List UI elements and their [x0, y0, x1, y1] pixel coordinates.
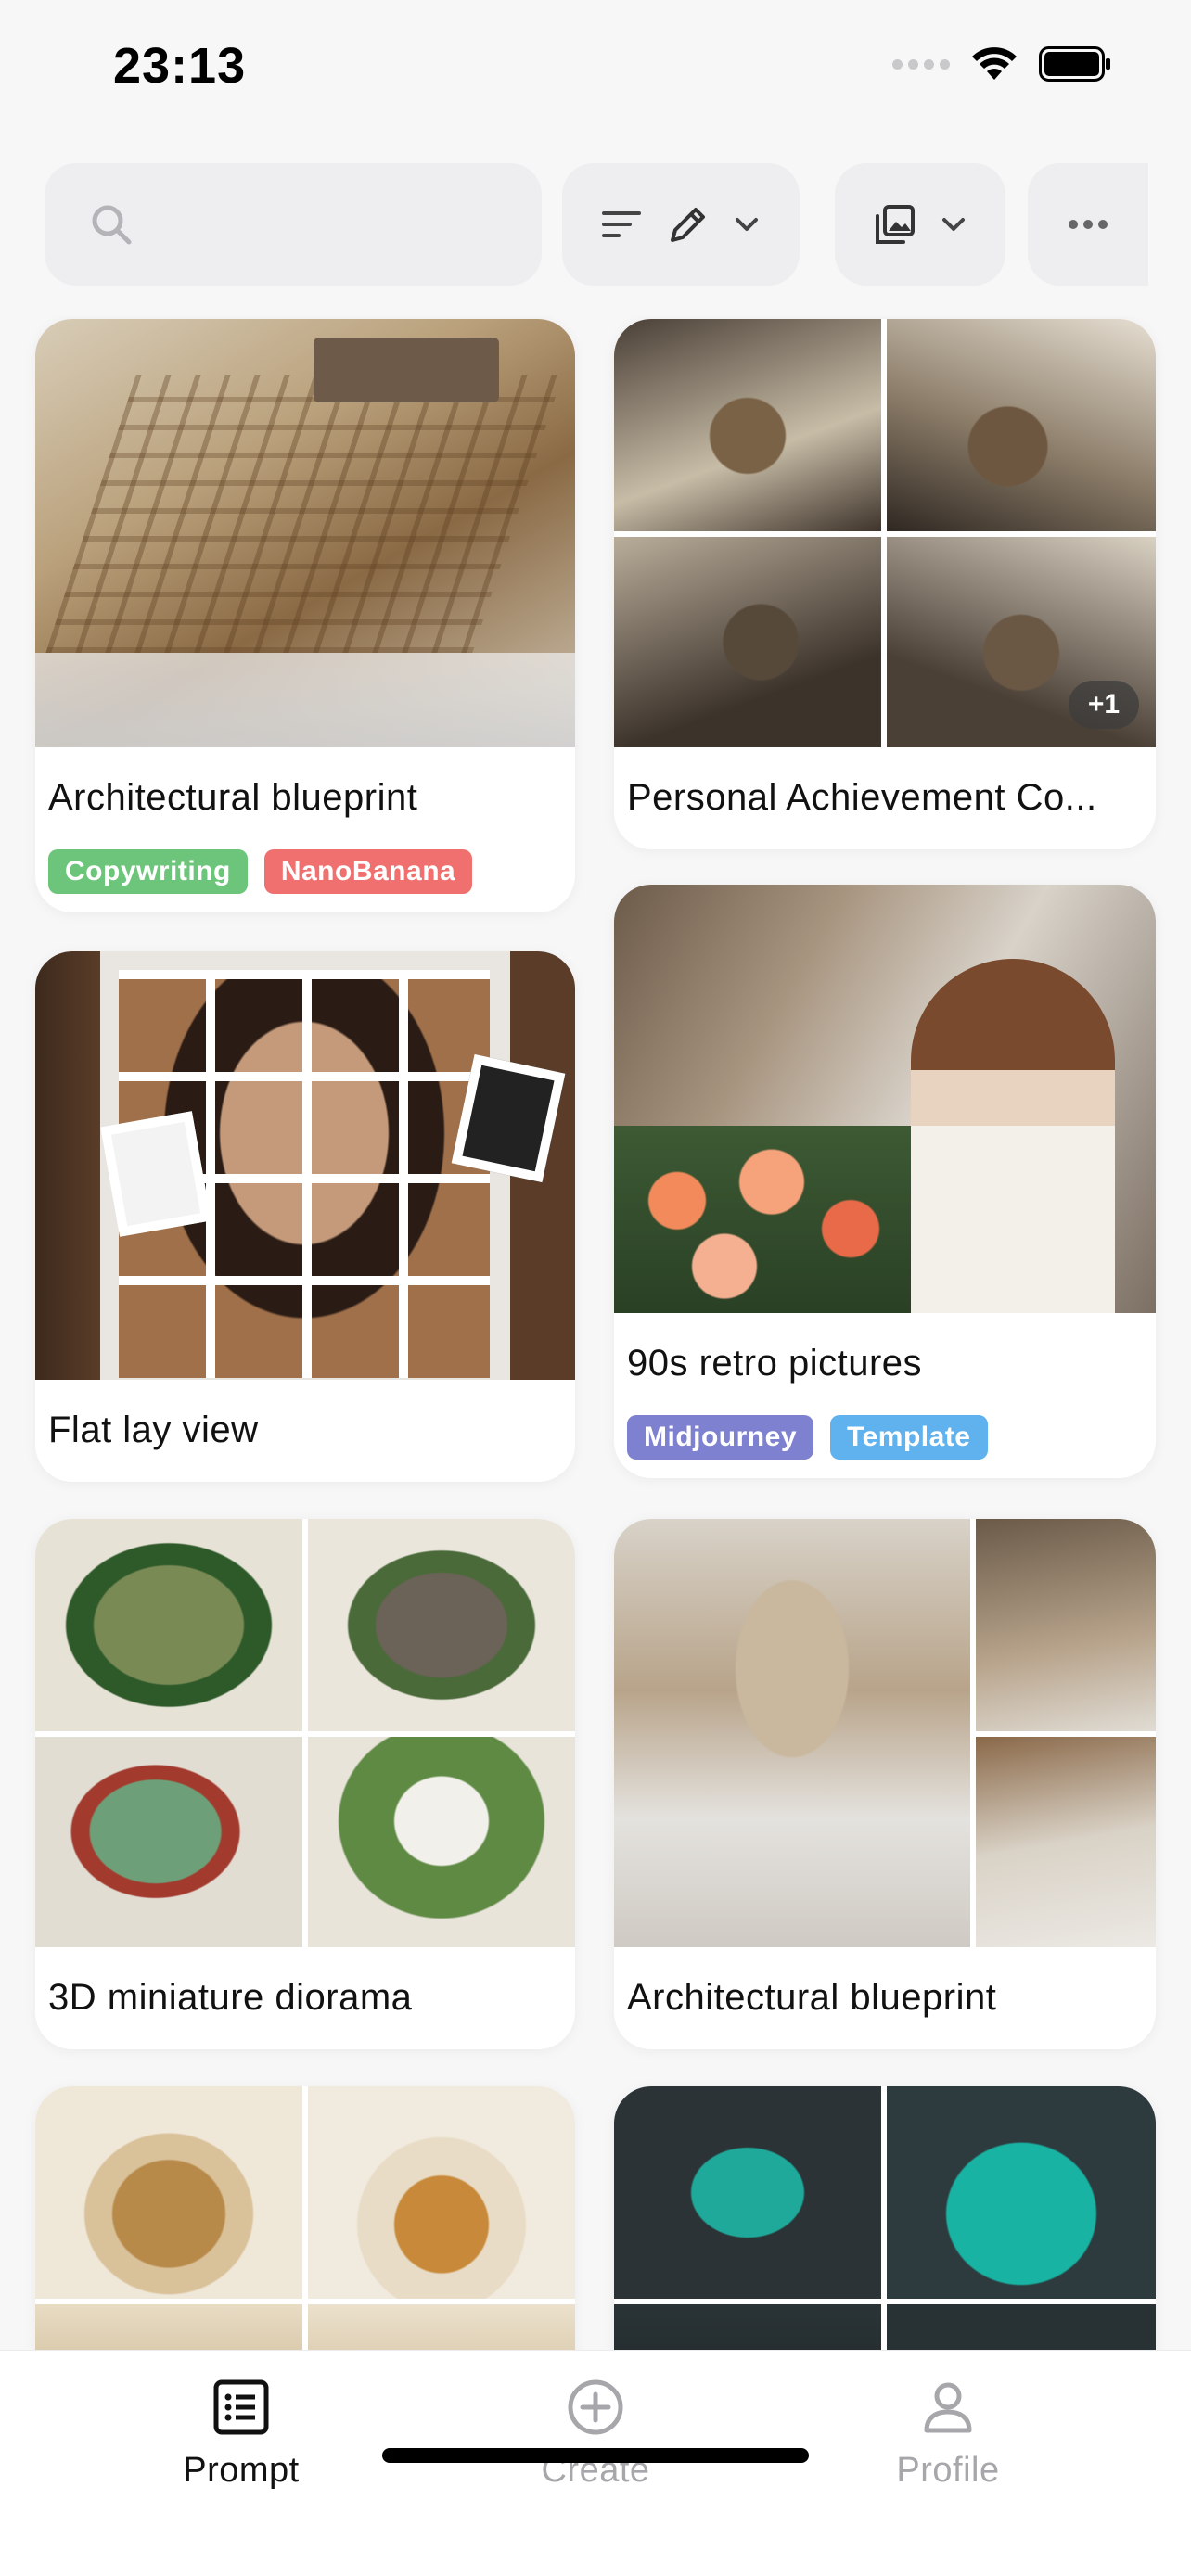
status-time: 23:13: [113, 38, 247, 94]
card-image: [35, 1519, 575, 1947]
tab-label: Prompt: [183, 2451, 300, 2490]
prompt-card[interactable]: [35, 2086, 575, 2350]
card-title: Flat lay view: [48, 1409, 259, 1450]
battery-icon: [1039, 46, 1110, 82]
more-horizontal-icon: [1069, 220, 1108, 229]
card-image: [614, 2086, 1156, 2350]
prompt-card[interactable]: 3D miniature diorama: [35, 1519, 575, 2049]
card-title: Architectural blueprint: [48, 777, 418, 818]
tab-label: Profile: [896, 2451, 1000, 2490]
tag-badge: Template: [830, 1415, 988, 1460]
prompt-card[interactable]: Architectural blueprint Copywriting Nano…: [35, 319, 575, 912]
status-bar: 23:13: [0, 0, 1191, 139]
search-bar[interactable]: [45, 163, 542, 286]
person-icon: [924, 2382, 972, 2433]
pencil-icon: [671, 208, 705, 242]
prompt-feed[interactable]: Architectural blueprint Copywriting Nano…: [0, 315, 1191, 2350]
card-image: [35, 951, 575, 1380]
card-title: 3D miniature diorama: [48, 1977, 413, 2018]
more-button[interactable]: [1028, 163, 1148, 286]
card-image: [614, 885, 1156, 1313]
plus-circle-icon: [568, 2379, 623, 2435]
tab-profile[interactable]: Profile: [837, 2378, 1059, 2491]
sort-icon: [602, 211, 641, 237]
tag-badge: Midjourney: [627, 1415, 814, 1460]
chevron-down-icon: [736, 218, 758, 231]
card-title: Personal Achievement Co...: [627, 777, 1097, 818]
prompt-card[interactable]: [614, 2086, 1156, 2350]
chevron-down-icon: [942, 218, 965, 231]
card-image: [35, 2086, 575, 2350]
home-indicator: [382, 2448, 809, 2463]
tab-prompt[interactable]: Prompt: [130, 2378, 352, 2491]
prompt-card[interactable]: Flat lay view: [35, 951, 575, 1482]
card-tags: Midjourney Template: [627, 1415, 988, 1460]
card-image: +1: [614, 319, 1156, 747]
card-image: [614, 1519, 1156, 1947]
status-icons: [892, 46, 1113, 82]
wifi-icon: [972, 47, 1017, 80]
card-tags: Copywriting NanoBanana: [48, 849, 473, 894]
card-image: [35, 319, 575, 747]
prompt-card[interactable]: 90s retro pictures Midjourney Template: [614, 885, 1156, 1478]
card-title: Architectural blueprint: [627, 1977, 997, 2018]
card-title: 90s retro pictures: [627, 1343, 923, 1384]
prompt-card[interactable]: +1 Personal Achievement Co...: [614, 319, 1156, 849]
media-type-button[interactable]: [835, 163, 1005, 286]
tab-bar: Prompt Create Profile: [0, 2350, 1191, 2576]
image-stack-icon: [876, 205, 915, 244]
list-icon: [213, 2379, 269, 2435]
toolbar: [45, 163, 1191, 286]
search-input[interactable]: [154, 191, 506, 258]
prompt-card[interactable]: Architectural blueprint: [614, 1519, 1156, 2049]
tab-create[interactable]: Create: [484, 2378, 707, 2491]
tag-badge: NanoBanana: [263, 849, 473, 894]
image-count-badge: +1: [1069, 681, 1139, 729]
sort-filter-button[interactable]: [562, 163, 800, 286]
search-icon: [92, 205, 132, 245]
tag-badge: Copywriting: [48, 849, 248, 894]
cellular-signal-icon: [892, 58, 950, 70]
